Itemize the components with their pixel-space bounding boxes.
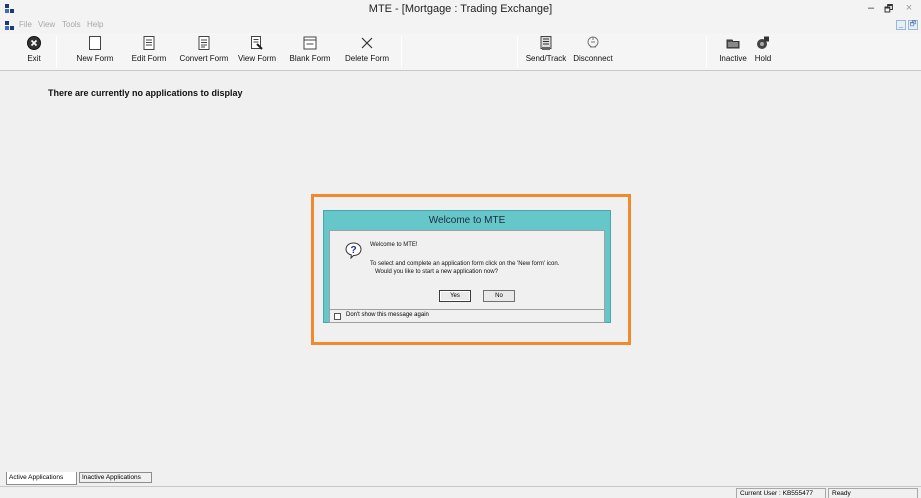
toolbar-separator <box>56 36 57 68</box>
new-form-icon <box>89 36 101 50</box>
close-button[interactable]: × <box>900 2 918 14</box>
svg-text:?: ? <box>350 245 356 256</box>
application-tabs: Active Applications Inactive Application… <box>0 472 921 486</box>
send-track-button[interactable]: Send/Track <box>524 35 568 69</box>
minimize-button[interactable]: – <box>868 2 874 14</box>
no-button[interactable]: No <box>483 290 515 302</box>
tab-inactive-applications[interactable]: Inactive Applications <box>79 472 152 483</box>
edit-form-button[interactable]: Edit Form <box>128 35 170 69</box>
mdi-restore-button[interactable]: 🗗 <box>908 20 918 30</box>
convert-form-icon <box>198 36 210 50</box>
view-form-icon <box>251 36 263 50</box>
hold-button[interactable]: Hold <box>752 35 774 69</box>
status-bar: Current User : KB555477 Ready <box>0 486 921 498</box>
welcome-dialog: Welcome to MTE ? Welcome to MTE! To sele… <box>323 210 611 323</box>
mdi-minimize-button[interactable]: _ <box>896 20 906 30</box>
menu-view[interactable]: View <box>38 20 55 29</box>
delete-form-button[interactable]: Delete Form <box>344 35 390 69</box>
disconnect-button[interactable]: Disconnect <box>571 35 615 69</box>
exit-button[interactable]: Exit <box>22 35 46 69</box>
ready-status: Ready <box>828 488 918 498</box>
empty-state-message: There are currently no applications to d… <box>48 88 243 98</box>
dialog-footer: Don't show this message again <box>329 310 605 323</box>
new-form-button[interactable]: New Form <box>73 35 117 69</box>
menu-tools[interactable]: Tools <box>62 20 81 29</box>
yes-button[interactable]: Yes <box>439 290 471 302</box>
dont-show-again-label[interactable]: Don't show this message again <box>346 312 429 318</box>
dialog-message-line-1: To select and complete an application fo… <box>370 261 560 267</box>
exit-icon <box>27 36 41 50</box>
toolbar: Exit New Form Edit Form Convert Form Vie… <box>0 33 921 71</box>
send-track-icon <box>540 36 552 50</box>
disconnect-icon <box>587 36 599 48</box>
view-form-button[interactable]: View Form <box>236 35 278 69</box>
question-icon: ? <box>345 242 362 259</box>
dialog-greeting: Welcome to MTE! <box>370 242 418 248</box>
menu-help[interactable]: Help <box>87 20 103 29</box>
title-bar: MTE - [Mortgage : Trading Exchange] – 🗗 … <box>0 0 921 19</box>
dialog-body: ? Welcome to MTE! To select and complete… <box>329 230 605 310</box>
dialog-title: Welcome to MTE <box>428 215 506 226</box>
tab-active-applications[interactable]: Active Applications <box>6 472 77 485</box>
restore-button[interactable]: 🗗 <box>884 2 893 19</box>
convert-form-button[interactable]: Convert Form <box>177 35 231 69</box>
delete-form-icon <box>361 37 373 49</box>
inactive-button[interactable]: Inactive <box>716 35 750 69</box>
window-title: MTE - [Mortgage : Trading Exchange] <box>368 3 553 15</box>
inactive-icon <box>726 39 740 49</box>
toolbar-separator <box>706 36 707 68</box>
current-user-status: Current User : KB555477 <box>736 488 826 498</box>
edit-form-icon <box>143 36 155 50</box>
blank-form-button[interactable]: Blank Form <box>288 35 332 69</box>
dont-show-again-checkbox[interactable] <box>334 313 341 320</box>
toolbar-separator <box>517 36 518 68</box>
document-icon[interactable] <box>5 21 15 31</box>
dialog-message-line-2: Would you like to start a new applicatio… <box>375 269 498 275</box>
toolbar-separator <box>401 36 402 68</box>
menu-file[interactable]: File <box>19 20 32 29</box>
hold-icon <box>757 36 769 49</box>
menu-bar: File View Tools Help _ 🗗 <box>0 19 921 33</box>
blank-form-icon <box>303 36 317 50</box>
